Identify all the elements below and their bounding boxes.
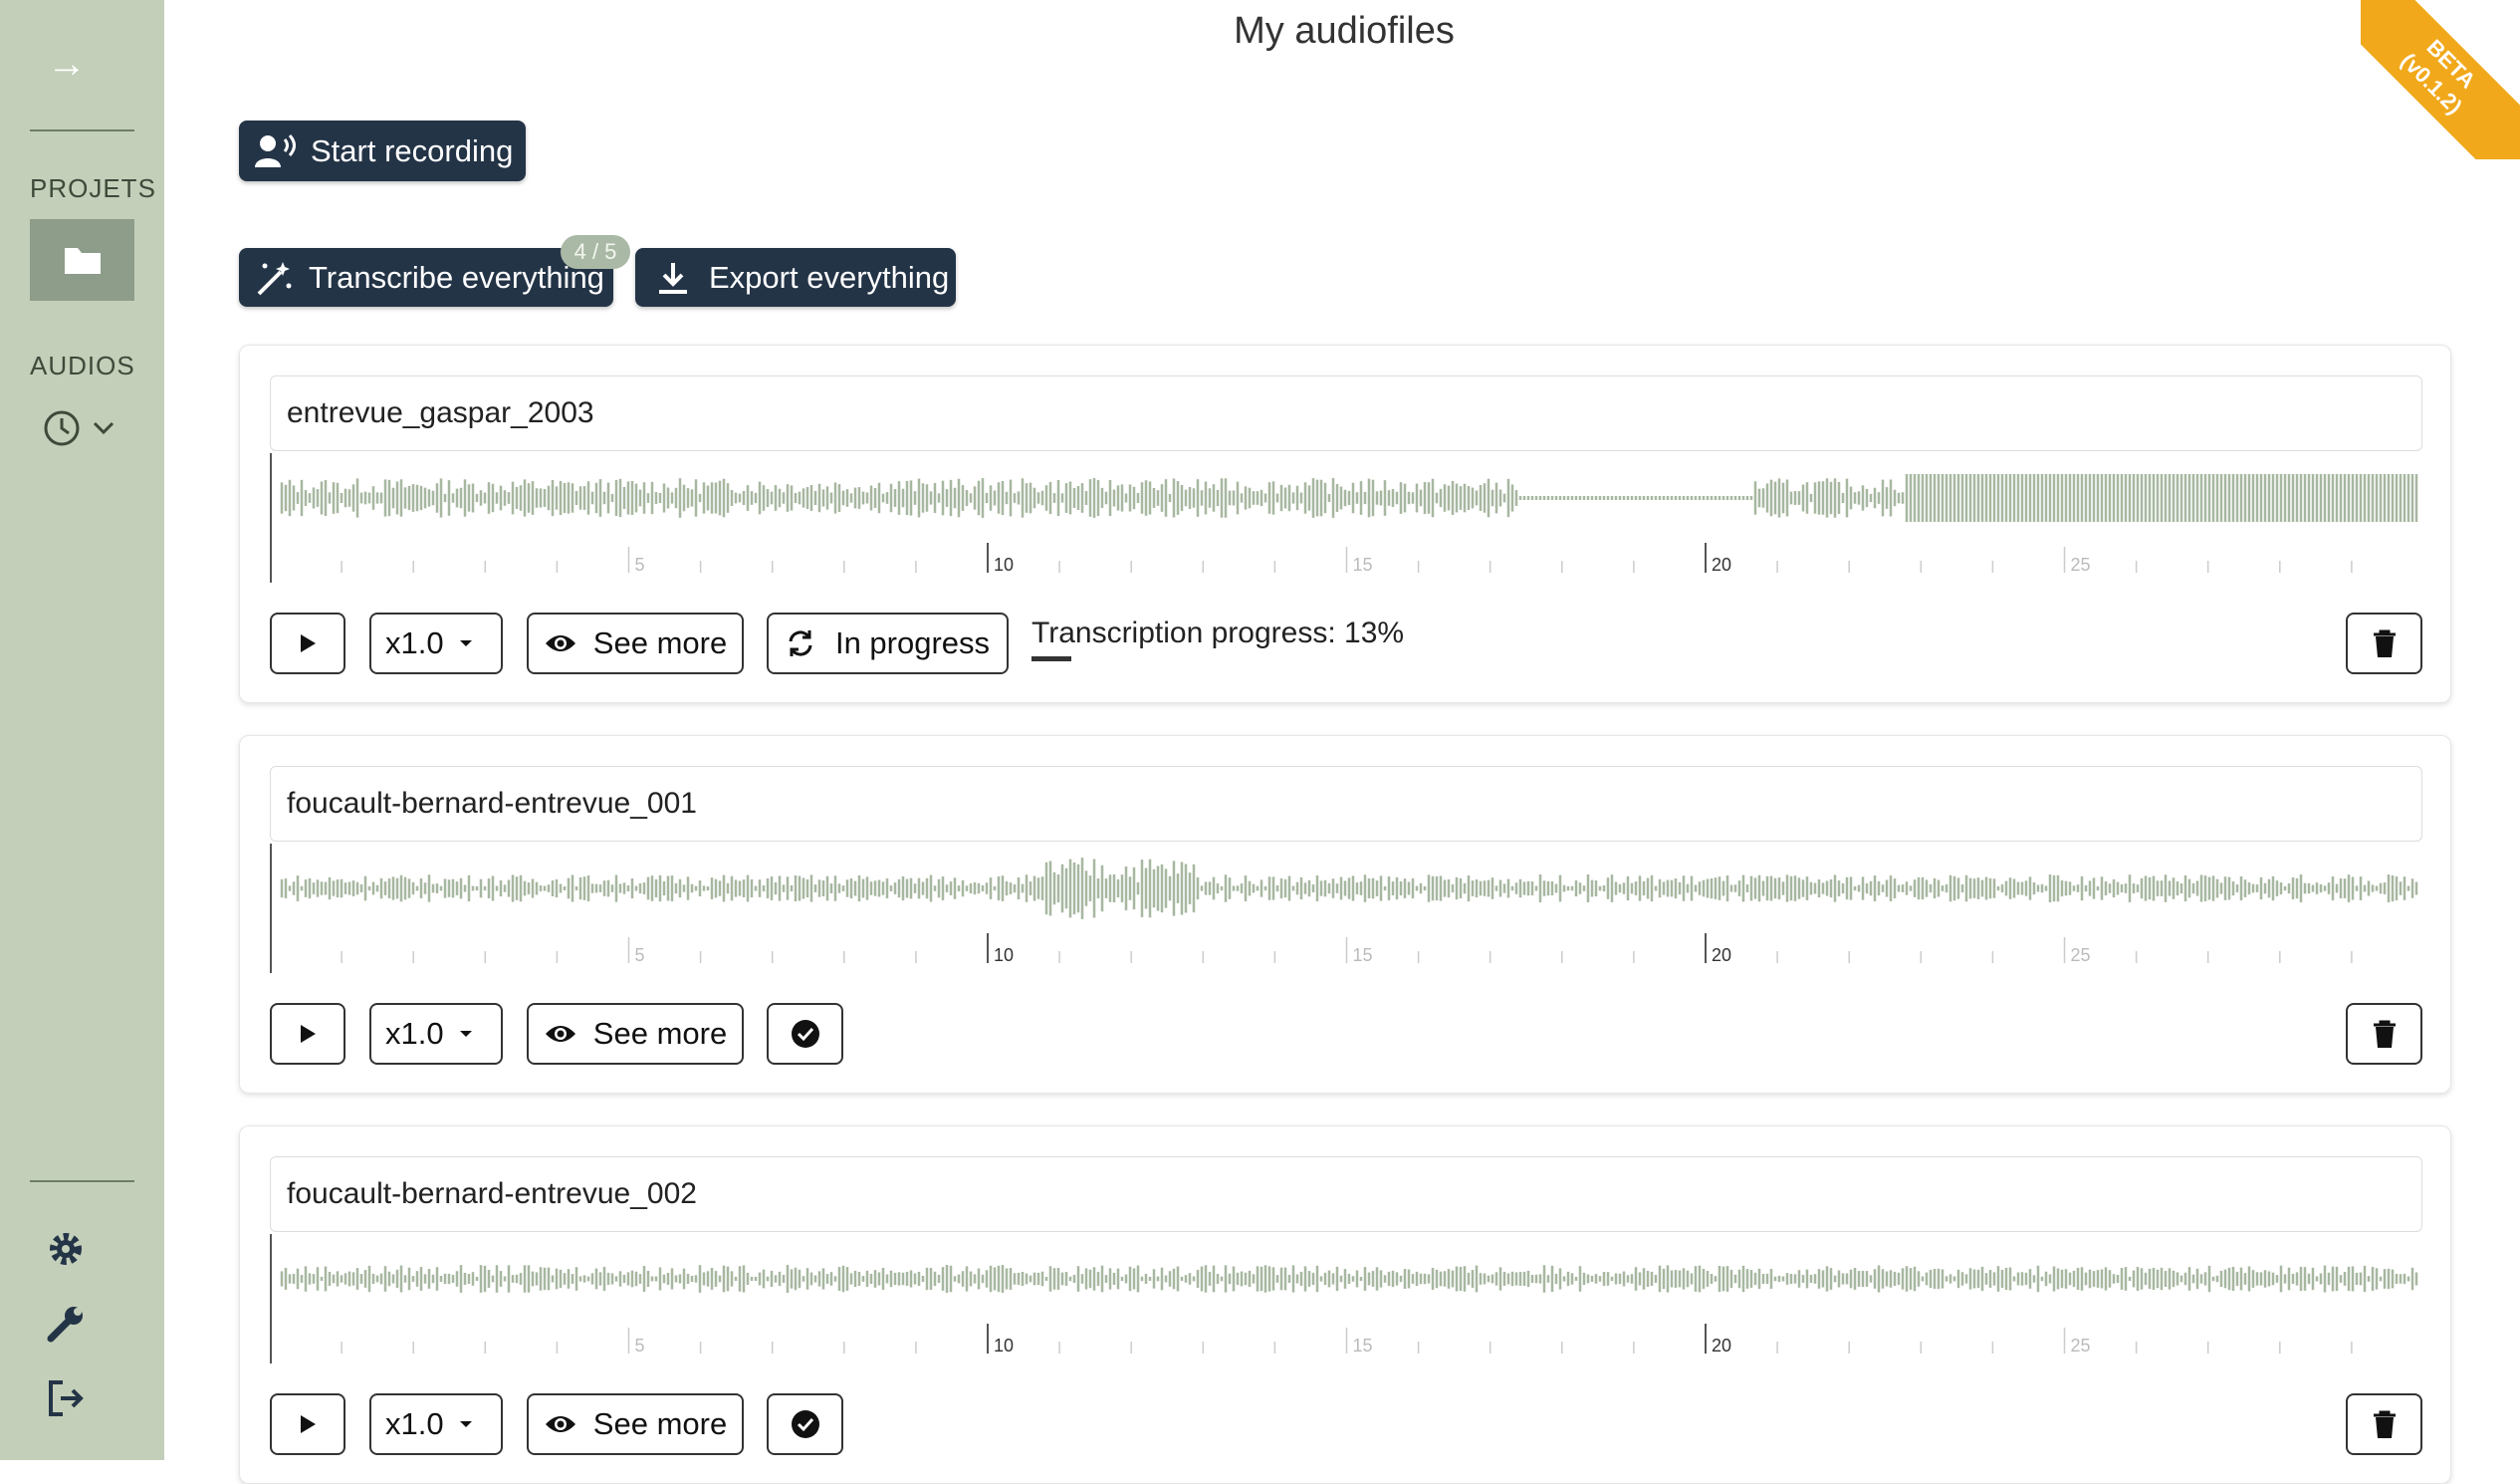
expand-arrow-icon[interactable]: → [47, 44, 87, 84]
audio-title: foucault-bernard-entrevue_002 [270, 1156, 2422, 1232]
delete-button[interactable] [2346, 1003, 2422, 1065]
play-icon [301, 1025, 316, 1043]
timeline-label: 5 [635, 555, 645, 575]
export-everything-button[interactable]: Export everything [635, 248, 956, 307]
eye-icon [545, 1416, 575, 1432]
logout-icon[interactable] [42, 1374, 90, 1422]
transcribe-everything-button[interactable]: Transcribe everything [239, 248, 613, 307]
speed-select[interactable]: x1.0 [369, 1003, 503, 1065]
export-everything-label: Export everything [709, 259, 950, 295]
timeline-label: 20 [1712, 1336, 1731, 1356]
beta-ribbon: BETA (v0.1.2) [2361, 0, 2520, 159]
sync-icon [789, 630, 812, 656]
status-label: In progress [834, 625, 991, 660]
see-more-label: See more [592, 1016, 728, 1051]
delete-button[interactable] [2346, 613, 2422, 674]
transcribe-count-badge: 4 / 5 [561, 235, 630, 269]
see-more-label: See more [592, 1406, 728, 1441]
magic-wand-icon [257, 261, 292, 295]
start-recording-button[interactable]: Start recording [239, 121, 526, 181]
audio-card: entrevue_gaspar_2003 5 10 15 20 25 x1.0 See … [239, 345, 2451, 703]
timeline-label: 10 [994, 555, 1014, 575]
transcribed-status-button[interactable] [767, 1393, 843, 1455]
timeline-label: 25 [2071, 555, 2091, 575]
sidebar-audios-label: AUDIOS [30, 351, 135, 380]
timeline-label: 5 [635, 945, 645, 965]
audio-title: foucault-bernard-entrevue_001 [270, 766, 2422, 842]
caret-down-icon [459, 1031, 472, 1037]
caret-down-icon [459, 1421, 472, 1427]
play-button[interactable] [270, 1003, 345, 1065]
start-recording-label: Start recording [311, 132, 514, 168]
gear-icon[interactable] [42, 1225, 90, 1273]
timeline-label: 15 [1353, 555, 1373, 575]
folder-icon[interactable] [30, 219, 134, 301]
timeline-label: 10 [994, 945, 1014, 965]
transcription-progress-bar [1031, 656, 1071, 661]
speed-value: x1.0 [385, 625, 444, 660]
see-more-button[interactable]: See more [527, 1003, 744, 1065]
speed-value: x1.0 [385, 1406, 444, 1441]
chevron-down-icon [93, 421, 115, 435]
sidebar-projects-label: PROJETS [30, 173, 156, 203]
see-more-button[interactable]: See more [527, 1393, 744, 1455]
waveform[interactable]: 5 10 15 20 25 [270, 1234, 2422, 1363]
timeline-label: 5 [635, 1336, 645, 1356]
speed-select[interactable]: x1.0 [369, 613, 503, 674]
wrench-icon[interactable] [42, 1300, 90, 1348]
play-icon [301, 634, 316, 652]
check-circle-icon [791, 1020, 819, 1048]
beta-label: BETA (v0.1.2) [2361, 0, 2520, 159]
trash-icon [2373, 1410, 2396, 1438]
delete-button[interactable] [2346, 1393, 2422, 1455]
eye-icon [545, 635, 575, 651]
sidebar: → PROJETS AUDIOS [0, 0, 164, 1460]
transcribe-everything-label: Transcribe everything [309, 259, 604, 295]
see-more-button[interactable]: See more [527, 613, 744, 674]
transcribed-status-button[interactable] [767, 1003, 843, 1065]
transcription-progress-text: Transcription progress: 13% [1031, 617, 1405, 649]
check-circle-icon [791, 1410, 819, 1438]
speed-value: x1.0 [385, 1016, 444, 1051]
audio-card: foucault-bernard-entrevue_002 5 10 15 20 25 … [239, 1125, 2451, 1484]
play-button[interactable] [270, 613, 345, 674]
waveform[interactable]: 5 10 15 20 25 [270, 844, 2422, 973]
download-icon [659, 262, 687, 294]
in-progress-button[interactable]: In progress [767, 613, 1009, 674]
audio-card: foucault-bernard-entrevue_001 5 10 15 20 25 … [239, 735, 2451, 1094]
timeline-label: 25 [2071, 1336, 2091, 1356]
timeline-label: 20 [1712, 555, 1731, 575]
waveform[interactable]: 5 10 15 20 25 [270, 453, 2422, 583]
audio-title: entrevue_gaspar_2003 [270, 375, 2422, 451]
timeline-label: 20 [1712, 945, 1731, 965]
timeline-label: 15 [1353, 945, 1373, 965]
sidebar-divider [30, 1180, 134, 1182]
trash-icon [2373, 1020, 2396, 1048]
eye-icon [545, 1026, 575, 1042]
page-title: My audiofiles [1234, 10, 1455, 52]
speed-select[interactable]: x1.0 [369, 1393, 503, 1455]
history-dropdown[interactable] [42, 408, 115, 448]
voice-icon [255, 133, 296, 167]
clock-icon [44, 410, 80, 446]
timeline-label: 25 [2071, 945, 2091, 965]
see-more-label: See more [592, 625, 728, 660]
timeline-label: 10 [994, 1336, 1014, 1356]
timeline-label: 15 [1353, 1336, 1373, 1356]
caret-down-icon [459, 640, 472, 646]
sidebar-divider [30, 129, 134, 131]
play-icon [301, 1415, 316, 1433]
trash-icon [2373, 629, 2396, 657]
play-button[interactable] [270, 1393, 345, 1455]
